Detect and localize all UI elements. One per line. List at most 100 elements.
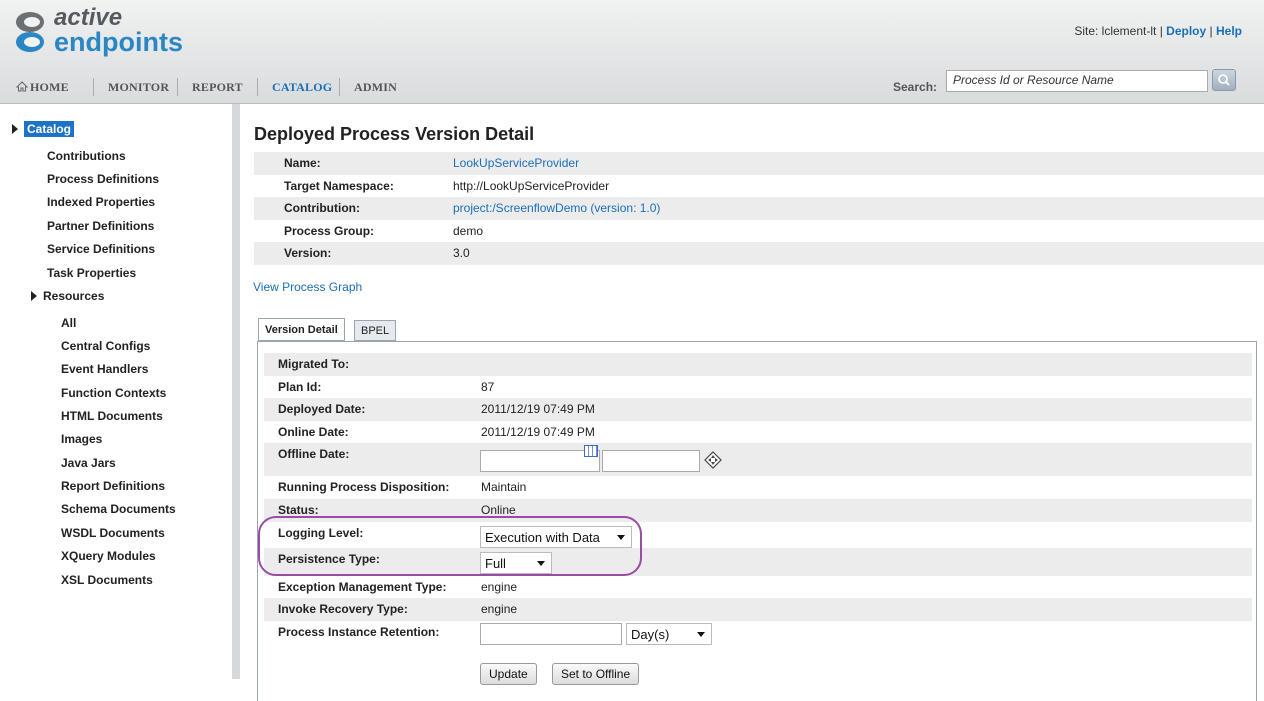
brand-line2: endpoints xyxy=(54,27,183,57)
app-header: active endpoints Site: lclement-lt | Dep… xyxy=(0,0,1264,104)
logging-level-value: Execution with Data xyxy=(485,529,600,545)
label-online-date: Online Date: xyxy=(278,424,349,439)
row-migrated-to: Migrated To: xyxy=(264,353,1252,376)
label-invoke-recovery: Invoke Recovery Type: xyxy=(278,602,408,617)
view-process-graph-link[interactable]: View Process Graph xyxy=(253,280,362,294)
sidebar-item-task-properties[interactable]: Task Properties xyxy=(47,266,136,280)
label-running-disposition: Running Process Disposition: xyxy=(278,480,450,495)
label-deployed-date: Deployed Date: xyxy=(278,402,366,417)
site-info: Site: lclement-lt | Deploy | Help xyxy=(1074,24,1242,38)
sidebar-item-java-jars[interactable]: Java Jars xyxy=(61,456,116,470)
update-button[interactable]: Update xyxy=(480,663,537,685)
sidebar-item-wsdl-documents[interactable]: WSDL Documents xyxy=(61,526,165,540)
label-logging-level: Logging Level: xyxy=(278,525,364,540)
brand-logo[interactable]: active endpoints xyxy=(14,4,183,62)
detail-value: http://LookUpServiceProvider xyxy=(453,178,610,193)
retention-unit-value: Day(s) xyxy=(631,626,670,642)
sidebar-item-schema-documents[interactable]: Schema Documents xyxy=(61,502,176,516)
row-persistence-type: Persistence Type: Full xyxy=(264,547,1252,576)
sidebar-item-resources[interactable]: Resources xyxy=(31,289,104,303)
nav-catalog[interactable]: CATALOG xyxy=(272,80,332,95)
sidebar-item-html-documents[interactable]: HTML Documents xyxy=(61,409,163,423)
nav-admin[interactable]: ADMIN xyxy=(354,80,397,95)
value-online-date: 2011/12/19 07:49 PM xyxy=(481,424,595,439)
process-details-table: Name: LookUpServiceProvider Target Names… xyxy=(254,152,1264,265)
detail-row-process-group: Process Group: demo xyxy=(254,220,1264,243)
deploy-link[interactable]: Deploy xyxy=(1166,24,1206,38)
retention-unit-select[interactable]: Day(s) xyxy=(626,622,712,645)
offline-time-input[interactable] xyxy=(602,450,700,473)
logging-level-select[interactable]: Execution with Data xyxy=(480,525,632,548)
detail-row-contribution: Contribution: project:/ScreenflowDemo (v… xyxy=(254,197,1264,220)
offline-date-input[interactable] xyxy=(480,450,600,473)
version-detail-table: Migrated To: Plan Id: 87 Deployed Date: … xyxy=(264,353,1252,651)
sidebar-item-function-contexts[interactable]: Function Contexts xyxy=(61,386,166,400)
site-sep-2: | xyxy=(1209,24,1213,38)
contribution-link[interactable]: project:/ScreenflowDemo (version: 1.0) xyxy=(453,201,660,215)
nav-home[interactable]: HOME xyxy=(15,80,69,95)
value-running-disposition: Maintain xyxy=(481,480,527,495)
sidebar-item-contributions[interactable]: Contributions xyxy=(47,149,126,163)
label-offline-date: Offline Date: xyxy=(278,447,350,462)
detail-row-namespace: Target Namespace: http://LookUpServicePr… xyxy=(254,175,1264,198)
sidebar: Catalog Contributions Process Definition… xyxy=(0,104,232,679)
sidebar-item-catalog[interactable]: Catalog xyxy=(12,121,75,137)
sidebar-item-event-handlers[interactable]: Event Handlers xyxy=(61,362,148,376)
detail-value: demo xyxy=(453,223,484,238)
expand-arrow-icon xyxy=(31,291,37,301)
sidebar-item-service-definitions[interactable]: Service Definitions xyxy=(47,242,155,256)
search-label: Search: xyxy=(893,80,938,94)
row-exception-mgmt: Exception Management Type: engine xyxy=(264,576,1252,599)
row-plan-id: Plan Id: 87 xyxy=(264,376,1252,399)
sidebar-item-partner-definitions[interactable]: Partner Definitions xyxy=(47,219,154,233)
nav-report[interactable]: REPORT xyxy=(192,80,243,95)
label-plan-id: Plan Id: xyxy=(278,379,322,394)
home-icon xyxy=(15,81,29,92)
sidebar-item-all[interactable]: All xyxy=(61,316,76,330)
time-spinner-icon[interactable] xyxy=(704,451,722,470)
sidebar-item-xquery-modules[interactable]: XQuery Modules xyxy=(61,549,156,563)
value-invoke-recovery: engine xyxy=(481,602,518,617)
sidebar-resources-label: Resources xyxy=(43,289,105,303)
chevron-down-icon xyxy=(537,560,545,566)
calendar-icon[interactable] xyxy=(584,445,598,458)
page-title: Deployed Process Version Detail xyxy=(254,124,535,144)
detail-label: Contribution: xyxy=(284,201,360,216)
process-name-link[interactable]: LookUpServiceProvider xyxy=(453,156,579,170)
sidebar-item-report-definitions[interactable]: Report Definitions xyxy=(61,479,165,493)
value-status: Online xyxy=(481,502,516,517)
sidebar-item-indexed-properties[interactable]: Indexed Properties xyxy=(47,195,155,209)
sidebar-splitter[interactable] xyxy=(232,104,240,679)
persistence-type-select[interactable]: Full xyxy=(480,551,552,574)
nav-home-label: HOME xyxy=(30,80,69,94)
tab-bpel[interactable]: BPEL xyxy=(354,320,397,341)
row-logging-level: Logging Level: Execution with Data xyxy=(264,522,1252,548)
row-status: Status: Online xyxy=(264,498,1252,522)
site-sep-1: | xyxy=(1159,24,1163,38)
nav-monitor[interactable]: MONITOR xyxy=(108,80,169,95)
search-icon xyxy=(1218,74,1230,86)
chevron-down-icon xyxy=(697,631,705,637)
sidebar-item-central-configs[interactable]: Central Configs xyxy=(61,339,150,353)
sidebar-item-images[interactable]: Images xyxy=(61,432,102,446)
row-online-date: Online Date: 2011/12/19 07:49 PM xyxy=(264,421,1252,444)
sidebar-item-xsl-documents[interactable]: XSL Documents xyxy=(61,573,153,587)
tab-version-detail[interactable]: Version Detail xyxy=(258,318,345,341)
sidebar-item-process-definitions[interactable]: Process Definitions xyxy=(47,172,159,186)
nav-divider xyxy=(93,78,94,96)
row-running-disposition: Running Process Disposition: Maintain xyxy=(264,476,1252,499)
search-input[interactable]: Process Id or Resource Name xyxy=(946,70,1208,92)
row-offline-date: Offline Date: xyxy=(264,443,1252,477)
set-offline-button[interactable]: Set to Offline xyxy=(552,663,640,685)
detail-value: 3.0 xyxy=(453,246,470,261)
retention-input[interactable] xyxy=(480,622,622,645)
nav-divider xyxy=(339,78,340,96)
site-label: Site: lclement-lt xyxy=(1074,24,1157,38)
value-exception-mgmt: engine xyxy=(481,579,518,594)
nav-divider xyxy=(257,78,258,96)
row-deployed-date: Deployed Date: 2011/12/19 07:49 PM xyxy=(264,398,1252,421)
detail-label: Process Group: xyxy=(284,223,375,238)
search-button[interactable] xyxy=(1212,69,1236,91)
help-link[interactable]: Help xyxy=(1216,24,1242,38)
main-nav: HOME MONITOR REPORT CATALOG ADMIN xyxy=(0,72,760,102)
